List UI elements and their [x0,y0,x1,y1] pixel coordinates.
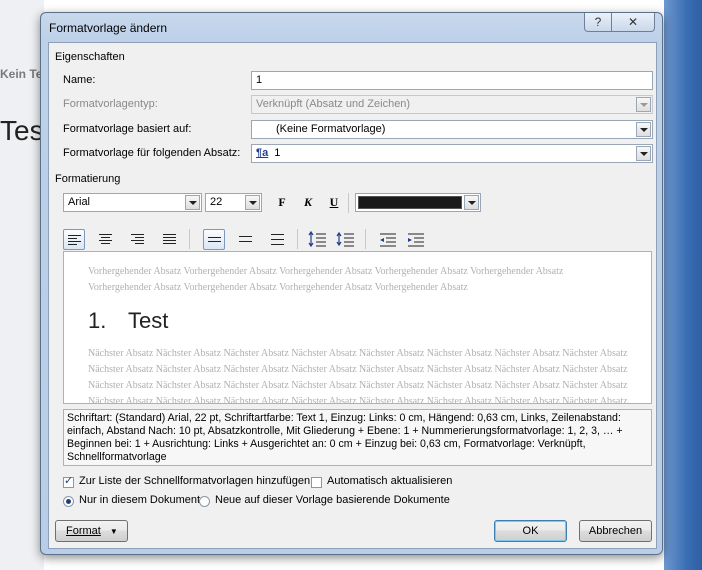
italic-button[interactable]: K [298,193,318,213]
dialog-body: Eigenschaften Name: 1 Formatvorlagentyp:… [48,42,657,549]
auto-update-label[interactable]: Automatisch aktualisieren [327,475,452,487]
format-menu-button[interactable]: Format ▼ [55,520,128,542]
close-button[interactable]: ✕ [611,13,655,32]
bold-button[interactable]: F [272,193,292,213]
font-size-value: 22 [210,196,223,208]
quick-style-list-checkbox[interactable] [63,474,74,488]
spacing-after-icon [336,231,354,247]
dialog-title: Formatvorlage ändern [49,21,168,35]
preview-sample: 1. Test [88,308,168,334]
style-type-value: Verknüpft (Absatz und Zeichen) [256,98,411,110]
style-description: Schriftart: (Standard) Arial, 22 pt, Sch… [63,409,652,466]
align-right-icon [131,234,144,246]
format-button-label: Format [66,525,101,537]
ok-button[interactable]: OK [494,520,567,542]
based-on-label: Formatvorlage basiert auf: [63,123,192,135]
properties-group-label: Eigenschaften [55,51,125,63]
align-right-button[interactable] [127,229,149,250]
toolbar-separator [348,193,349,213]
decrease-spacing-before-button[interactable] [335,229,357,250]
toolbar-separator [365,229,366,249]
next-paragraph-select[interactable]: ¶a 1 [251,144,653,163]
only-this-document-label[interactable]: Nur in diesem Dokument [79,494,200,506]
decrease-indent-button[interactable] [377,229,399,250]
one-half-spacing-button[interactable] [235,229,257,250]
decrease-indent-icon [380,233,396,247]
increase-indent-icon [408,233,424,247]
increase-spacing-before-button[interactable] [307,229,329,250]
new-documents-radio[interactable] [199,496,210,507]
name-label: Name: [63,74,96,86]
justify-icon [163,234,176,246]
next-paragraph-value: 1 [274,147,281,159]
chevron-down-icon [245,195,260,210]
align-center-button[interactable] [95,229,117,250]
chevron-down-icon [636,146,651,161]
spacing-before-icon [308,230,326,248]
auto-update-checkbox[interactable] [311,477,322,488]
align-left-icon [68,235,81,247]
chevron-down-icon [185,195,200,210]
name-input[interactable]: 1 [251,71,653,90]
next-paragraph-label: Formatvorlage für folgenden Absatz: [63,147,241,159]
toolbar-separator [297,229,298,249]
new-documents-label[interactable]: Neue auf dieser Vorlage basierende Dokum… [215,494,450,506]
preview-next-paragraph: Nächster Absatz Nächster Absatz Nächster… [88,348,628,404]
only-this-document-radio[interactable] [63,496,74,507]
one-half-spacing-icon [239,236,252,244]
help-button[interactable]: ? [584,13,612,32]
modify-style-dialog: Formatvorlage ändern ? ✕ Eigenschaften N… [40,12,663,555]
preview-sample-text: Test [128,308,169,333]
doc-style-label: Kein Te [0,67,43,81]
font-color-swatch [358,196,462,209]
title-bar[interactable]: Formatvorlage ändern ? ✕ [41,13,662,41]
justify-button[interactable] [159,229,181,250]
document-sidebar [0,0,44,570]
chevron-down-icon [636,122,651,137]
single-spacing-button[interactable] [203,229,225,250]
double-spacing-icon [271,234,284,247]
quick-style-list-label[interactable]: Zur Liste der Schnellformatvorlagen hinz… [79,475,310,487]
chevron-down-icon [636,97,651,112]
based-on-value: (Keine Formatvorlage) [276,123,386,135]
font-color-select[interactable] [355,193,481,212]
toolbar-separator [189,229,190,249]
doc-text: Tes [0,115,44,146]
font-value: Arial [68,196,91,208]
font-select[interactable]: Arial [63,193,202,212]
preview-sample-number: 1. [88,308,107,333]
style-preview: Vorhergehender Absatz Vorhergehender Abs… [63,251,652,404]
cancel-button[interactable]: Abbrechen [579,520,652,542]
underline-button[interactable]: U [324,193,344,213]
font-size-select[interactable]: 22 [205,193,262,212]
style-type-select[interactable]: Verknüpft (Absatz und Zeichen) [251,95,653,114]
paragraph-style-icon: ¶a [256,147,269,159]
align-center-icon [99,234,112,246]
preview-previous-paragraph: Vorhergehender Absatz Vorhergehender Abs… [88,266,564,293]
based-on-select[interactable]: (Keine Formatvorlage) [251,120,653,139]
align-left-button[interactable] [63,229,85,250]
chevron-down-icon [464,195,479,210]
desktop-background [664,0,702,570]
formatting-group-label: Formatierung [55,173,121,185]
double-spacing-button[interactable] [267,229,289,250]
single-spacing-icon [208,237,221,244]
style-type-label: Formatvorlagentyp: [63,98,158,110]
increase-indent-button[interactable] [405,229,427,250]
dropdown-arrow-icon: ▼ [109,527,118,536]
